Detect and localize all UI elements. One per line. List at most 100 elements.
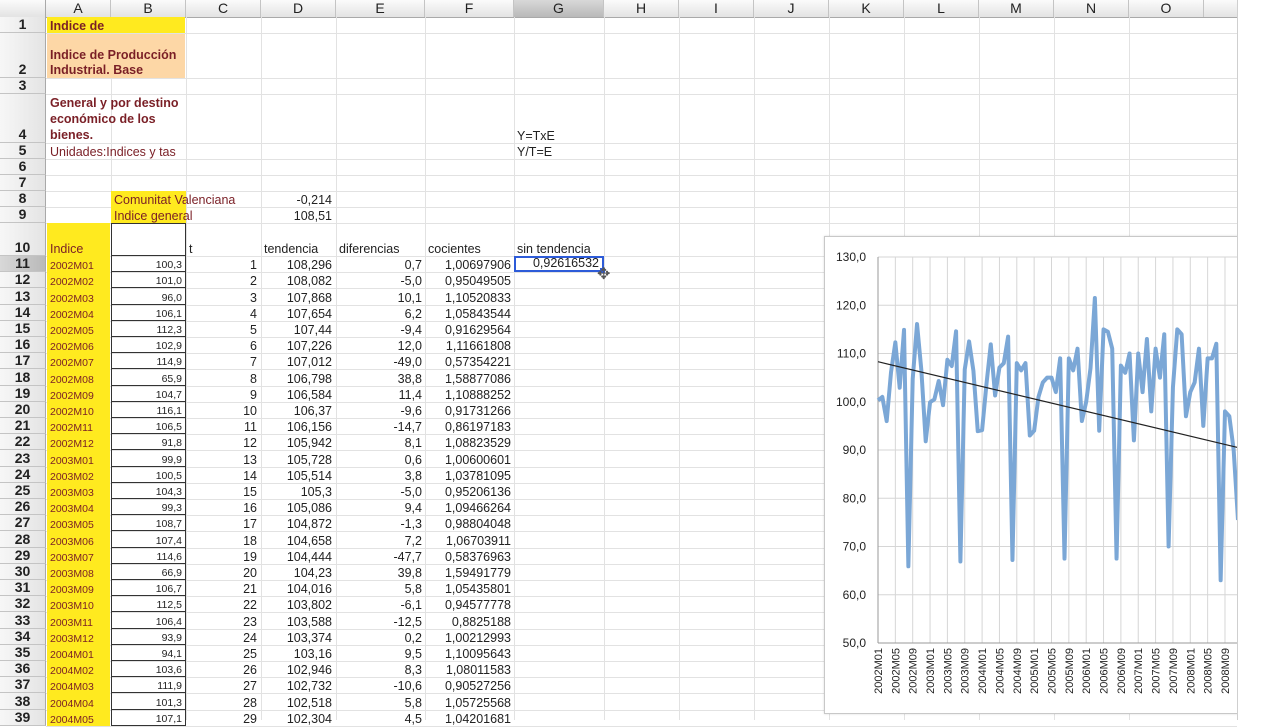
cell-d31[interactable]: 104,016 xyxy=(261,580,335,596)
cell-f18[interactable]: 1,58877086 xyxy=(425,369,514,386)
cell-b33[interactable]: 106,4 xyxy=(111,612,186,629)
cell-e34[interactable]: 0,2 xyxy=(336,629,425,645)
cell-e30[interactable]: 39,8 xyxy=(336,564,425,580)
column-header-h[interactable]: H xyxy=(604,0,679,17)
cell-c29[interactable]: 19 xyxy=(186,548,260,564)
cell-d29[interactable]: 104,444 xyxy=(261,548,335,564)
cell-e14[interactable]: 6,2 xyxy=(336,305,425,321)
cell-a26[interactable]: 2003M04 xyxy=(47,499,110,516)
cell-c26[interactable]: 16 xyxy=(186,499,260,515)
column-header-d[interactable]: D xyxy=(261,0,336,17)
cell-f30[interactable]: 1,59491779 xyxy=(425,564,514,580)
cell-d10[interactable]: tendencia xyxy=(261,223,335,256)
row-header-27[interactable]: 27 xyxy=(0,514,46,532)
cell-a1[interactable]: Indice de xyxy=(47,17,185,33)
chart-series-indice-line[interactable] xyxy=(876,296,1240,583)
cell-f38[interactable]: 1,05725568 xyxy=(425,693,514,710)
cell-b19[interactable]: 104,7 xyxy=(111,385,186,402)
row-header-36[interactable]: 36 xyxy=(0,660,46,678)
cell-a16[interactable]: 2002M06 xyxy=(47,337,110,354)
column-header-b[interactable]: B xyxy=(111,0,186,17)
cell-e29[interactable]: -47,7 xyxy=(336,548,425,564)
row-header-16[interactable]: 16 xyxy=(0,336,46,354)
select-all-corner[interactable] xyxy=(0,0,46,17)
row-header-7[interactable]: 7 xyxy=(0,174,46,191)
cell-b36[interactable]: 103,6 xyxy=(111,661,186,678)
cell-c37[interactable]: 27 xyxy=(186,677,260,693)
cell-d23[interactable]: 105,728 xyxy=(261,450,335,467)
cell-d16[interactable]: 107,226 xyxy=(261,337,335,353)
cell-a19[interactable]: 2002M09 xyxy=(47,385,110,402)
cell-a23[interactable]: 2003M01 xyxy=(47,450,110,467)
column-header-l[interactable]: L xyxy=(904,0,979,17)
column-header-j[interactable]: J xyxy=(754,0,829,17)
cell-b26[interactable]: 99,3 xyxy=(111,499,186,516)
spreadsheet[interactable]: ABCDEFGHIJKLMNO 1 2 3 4 5 6 7 8 9 10 11 12 13 14 15 16 1… xyxy=(0,0,1280,727)
cell-c28[interactable]: 18 xyxy=(186,531,260,548)
row-header-18[interactable]: 18 xyxy=(0,369,46,386)
row-header-35[interactable]: 35 xyxy=(0,644,46,661)
cell-f21[interactable]: 0,86197183 xyxy=(425,418,514,434)
cell-a4[interactable]: General y por destino económico de los b… xyxy=(47,95,185,143)
cell-e31[interactable]: 5,8 xyxy=(336,580,425,596)
cell-a20[interactable]: 2002M10 xyxy=(47,401,110,418)
row-header-39[interactable]: 39 xyxy=(0,709,46,726)
cell-b25[interactable]: 104,3 xyxy=(111,482,186,499)
row-header-31[interactable]: 31 xyxy=(0,579,46,597)
cell-d17[interactable]: 107,012 xyxy=(261,353,335,369)
cell-b8[interactable]: Comunitat Valenciana xyxy=(111,191,235,207)
cell-d13[interactable]: 107,868 xyxy=(261,288,335,305)
row-header-9[interactable]: 9 xyxy=(0,206,46,223)
cell-b29[interactable]: 114,6 xyxy=(111,547,186,564)
row-header-5[interactable]: 5 xyxy=(0,142,46,159)
cell-e32[interactable]: -6,1 xyxy=(336,596,425,612)
cell-f39[interactable]: 1,04201681 xyxy=(425,710,514,726)
cell-d14[interactable]: 107,654 xyxy=(261,305,335,321)
cell-e33[interactable]: -12,5 xyxy=(336,612,425,629)
column-header-n[interactable]: N xyxy=(1054,0,1129,17)
cell-c19[interactable]: 9 xyxy=(186,386,260,402)
cell-d37[interactable]: 102,732 xyxy=(261,677,335,693)
row-header-38[interactable]: 38 xyxy=(0,693,46,710)
row-header-33[interactable]: 33 xyxy=(0,612,46,629)
cell-d27[interactable]: 104,872 xyxy=(261,515,335,531)
cell-c13[interactable]: 3 xyxy=(186,288,260,305)
cell-a33[interactable]: 2003M11 xyxy=(47,612,110,629)
row-header-28[interactable]: 28 xyxy=(0,531,46,548)
column-header-k[interactable]: K xyxy=(829,0,904,17)
cell-c21[interactable]: 11 xyxy=(186,418,260,434)
cell-f10[interactable]: cocientes xyxy=(425,223,514,256)
cell-b39[interactable]: 107,1 xyxy=(111,709,186,726)
cell-c33[interactable]: 23 xyxy=(186,612,260,629)
cell-b31[interactable]: 106,7 xyxy=(111,580,186,597)
row-header-23[interactable]: 23 xyxy=(0,450,46,467)
cell-b15[interactable]: 112,3 xyxy=(111,320,186,337)
cell-d11[interactable]: 108,296 xyxy=(261,256,335,272)
cell-c22[interactable]: 12 xyxy=(186,434,260,450)
row-header-11[interactable]: 11 xyxy=(0,255,46,272)
cell-f17[interactable]: 0,57354221 xyxy=(425,353,514,369)
row-header-20[interactable]: 20 xyxy=(0,401,46,418)
cell-b38[interactable]: 101,3 xyxy=(111,693,186,710)
column-header-o[interactable]: O xyxy=(1129,0,1204,17)
cell-c31[interactable]: 21 xyxy=(186,580,260,596)
cell-d9[interactable]: 108,51 xyxy=(260,207,335,223)
row-header-6[interactable]: 6 xyxy=(0,158,46,175)
cell-b11[interactable]: 100,3 xyxy=(111,256,186,273)
row-header-15[interactable]: 15 xyxy=(0,320,46,337)
cell-e37[interactable]: -10,6 xyxy=(336,677,425,693)
row-header-14[interactable]: 14 xyxy=(0,304,46,321)
cell-d33[interactable]: 103,588 xyxy=(261,612,335,629)
cell-d38[interactable]: 102,518 xyxy=(261,693,335,710)
cell-b32[interactable]: 112,5 xyxy=(111,596,186,613)
row-header-1[interactable]: 1 xyxy=(0,16,46,33)
cell-b34[interactable]: 93,9 xyxy=(111,628,186,645)
cell-b14[interactable]: 106,1 xyxy=(111,304,186,321)
cell-f22[interactable]: 1,08823529 xyxy=(425,434,514,450)
cell-a22[interactable]: 2002M12 xyxy=(47,434,110,451)
cell-b22[interactable]: 91,8 xyxy=(111,434,186,451)
cell-b28[interactable]: 107,4 xyxy=(111,531,186,548)
cell-c35[interactable]: 25 xyxy=(186,645,260,661)
cell-d30[interactable]: 104,23 xyxy=(261,564,335,580)
cell-b21[interactable]: 106,5 xyxy=(111,418,186,435)
